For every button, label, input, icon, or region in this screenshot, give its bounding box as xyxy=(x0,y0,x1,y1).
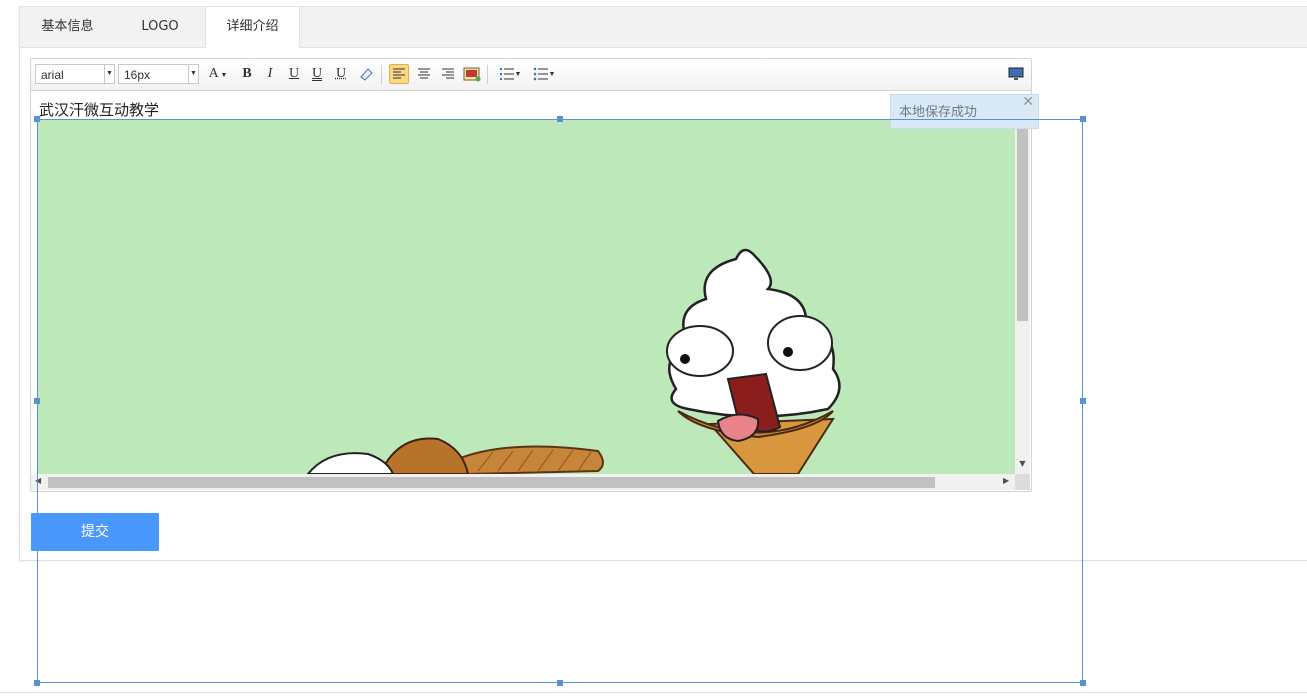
ice-cream-illustration xyxy=(306,248,841,474)
close-icon[interactable]: ✕ xyxy=(1022,85,1034,120)
align-left-button[interactable] xyxy=(389,64,409,84)
underline-button[interactable]: U xyxy=(284,64,304,84)
double-underline-button[interactable]: U xyxy=(307,64,327,84)
content-text: 武汉汗微互动教学 xyxy=(39,101,160,119)
align-center-icon xyxy=(418,68,430,79)
vertical-scrollbar[interactable]: ▼ xyxy=(1015,119,1030,474)
align-right-button[interactable] xyxy=(438,64,458,84)
monitor-icon xyxy=(1008,67,1024,80)
scroll-down-icon[interactable]: ▼ xyxy=(1015,459,1030,468)
submit-button[interactable]: 提交 xyxy=(31,513,159,551)
resize-handle-right[interactable] xyxy=(1080,398,1086,404)
resize-handle-top[interactable] xyxy=(557,116,563,122)
font-color-icon: A xyxy=(208,66,219,81)
image-icon xyxy=(463,67,481,82)
align-right-icon xyxy=(442,68,454,79)
vertical-scroll-thumb[interactable] xyxy=(1017,129,1028,321)
tab-bar: 基本信息 LOGO 详细介绍 xyxy=(20,7,1307,48)
scroll-right-icon[interactable]: ▶ xyxy=(1003,476,1009,485)
toolbar-separator xyxy=(487,65,488,84)
dotted-underline-button[interactable]: U xyxy=(331,64,351,84)
page-divider xyxy=(0,692,1307,693)
font-color-button[interactable]: A ▼ xyxy=(204,64,232,84)
align-center-button[interactable] xyxy=(414,64,434,84)
tab-logo[interactable]: LOGO xyxy=(115,7,205,47)
resize-handle-top-left[interactable] xyxy=(34,116,40,122)
chevron-down-icon: ▼ xyxy=(188,65,198,83)
chevron-down-icon: ▼ xyxy=(218,71,228,79)
toolbar-separator xyxy=(381,65,382,84)
horizontal-scroll-thumb[interactable] xyxy=(48,477,935,488)
resize-handle-bottom[interactable] xyxy=(557,680,563,686)
bold-button[interactable]: B xyxy=(237,64,257,84)
horizontal-scrollbar[interactable]: ◀ ▶ xyxy=(31,474,1015,490)
align-left-icon xyxy=(393,68,405,79)
inserted-image[interactable] xyxy=(38,119,1015,474)
scrollbar-corner xyxy=(1015,474,1030,490)
insert-image-button[interactable] xyxy=(462,64,482,84)
resize-handle-left[interactable] xyxy=(34,398,40,404)
font-family-value: arial xyxy=(41,68,64,82)
rich-text-editor: arial ▼ 16px ▼ A ▼ B I U U U ▼ ▼ 武汉汗微互动教… xyxy=(30,58,1039,492)
font-size-value: 16px xyxy=(124,68,151,82)
font-size-select[interactable]: 16px ▼ xyxy=(118,64,199,84)
tab-basic-info[interactable]: 基本信息 xyxy=(20,7,115,47)
fullscreen-button[interactable] xyxy=(1006,64,1026,84)
resize-handle-bottom-right[interactable] xyxy=(1080,680,1086,686)
resize-handle-bottom-left[interactable] xyxy=(34,680,40,686)
editor-content[interactable]: 武汉汗微互动教学 ▼ ◀ ▶ xyxy=(31,91,1031,491)
chevron-down-icon: ▼ xyxy=(104,65,114,83)
ordered-list-button[interactable]: ▼ xyxy=(496,64,524,84)
font-family-select[interactable]: arial ▼ xyxy=(35,64,115,84)
italic-button[interactable]: I xyxy=(260,64,280,84)
fallen-cone xyxy=(306,437,604,474)
form-panel: 基本信息 LOGO 详细介绍 arial ▼ 16px ▼ A ▼ B I U … xyxy=(19,6,1307,561)
unordered-list-icon xyxy=(533,67,548,81)
ice-cream-character xyxy=(666,248,841,474)
resize-handle-top-right[interactable] xyxy=(1080,116,1086,122)
editor-toolbar: arial ▼ 16px ▼ A ▼ B I U U U ▼ ▼ xyxy=(31,59,1031,91)
chevron-down-icon: ▼ xyxy=(548,70,556,78)
ordered-list-icon xyxy=(499,68,514,80)
chevron-down-icon: ▼ xyxy=(514,70,522,78)
save-success-toast: 本地保存成功 ✕ xyxy=(890,94,1039,129)
unordered-list-button[interactable]: ▼ xyxy=(530,64,558,84)
tab-details[interactable]: 详细介绍 xyxy=(205,7,300,48)
eraser-button[interactable] xyxy=(356,64,376,84)
eraser-icon xyxy=(360,68,373,81)
scroll-left-icon[interactable]: ◀ xyxy=(35,476,41,485)
toast-message: 本地保存成功 xyxy=(899,105,978,120)
